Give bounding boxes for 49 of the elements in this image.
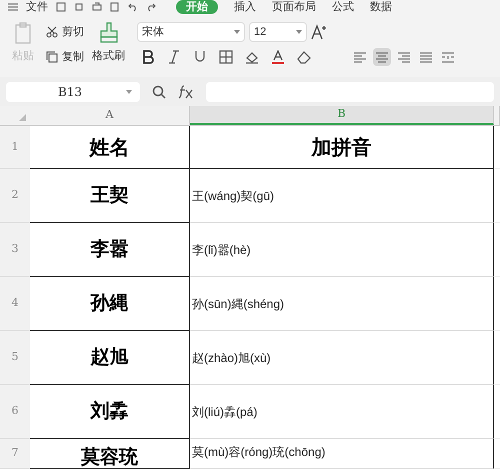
- table-cell: 赵旭: [30, 331, 190, 385]
- undo-icon[interactable]: [128, 2, 138, 12]
- table-cell: 王契: [30, 169, 190, 223]
- table-cell: 莫容珫: [30, 439, 190, 469]
- increase-font-icon[interactable]: [311, 24, 327, 40]
- table-cell: 李(lǐ)嚣(hè): [190, 223, 494, 277]
- menu-icon[interactable]: [8, 3, 18, 11]
- header-cell: 加拼音: [190, 126, 494, 169]
- font-size-select[interactable]: 12: [249, 22, 307, 42]
- align-center-button[interactable]: [373, 48, 391, 66]
- toolbar-icon[interactable]: [110, 2, 120, 12]
- copy-icon: [46, 50, 58, 63]
- zoom-icon[interactable]: [152, 84, 166, 99]
- format-painter-button[interactable]: 格式刷: [92, 22, 125, 64]
- cut-button[interactable]: 剪切: [46, 24, 84, 40]
- italic-icon[interactable]: [167, 50, 181, 64]
- table-cell: 王(wáng)契(gū): [190, 169, 494, 223]
- table-cell: 孙(sūn)縄(shéng): [190, 277, 494, 331]
- dropdown-icon: [296, 30, 302, 34]
- eraser-icon[interactable]: [297, 50, 311, 64]
- table-cell: 刘掱: [30, 385, 190, 439]
- scissors-icon: [46, 26, 58, 38]
- fill-color-icon[interactable]: [245, 50, 259, 64]
- clipboard-icon: [14, 22, 32, 44]
- dropdown-icon: [126, 90, 132, 94]
- file-menu[interactable]: 文件: [26, 0, 48, 16]
- cell-reference: B13: [56, 84, 84, 101]
- table-cell: 莫(mù)容(róng)珫(chōng): [190, 439, 494, 469]
- dropdown-icon: [234, 30, 240, 34]
- copy-button[interactable]: 复制: [46, 48, 84, 65]
- function-icon[interactable]: [178, 84, 194, 99]
- table-cell: 赵(zhào)旭(xù): [190, 331, 494, 385]
- redo-icon[interactable]: [146, 2, 156, 12]
- underline-icon[interactable]: [193, 50, 207, 64]
- name-box[interactable]: B13: [6, 82, 140, 102]
- toolbar-icon[interactable]: [92, 2, 102, 12]
- header-cell: 姓名: [30, 126, 190, 169]
- font-select[interactable]: 宋体: [137, 22, 245, 42]
- brush-icon: [98, 22, 118, 44]
- font-color-icon[interactable]: [271, 50, 285, 64]
- table-cell: 刘(liú)掱(pá): [190, 385, 494, 439]
- table-cell: 李嚣: [30, 223, 190, 277]
- menu-tab[interactable]: 数据: [370, 0, 392, 16]
- menu-tab[interactable]: 插入: [234, 0, 256, 16]
- border-icon[interactable]: [219, 50, 233, 64]
- table-cell: 孙縄: [30, 277, 190, 331]
- menu-tab[interactable]: 公式: [332, 0, 354, 16]
- bold-icon[interactable]: [141, 50, 155, 64]
- menu-tab[interactable]: 页面布局: [272, 0, 316, 16]
